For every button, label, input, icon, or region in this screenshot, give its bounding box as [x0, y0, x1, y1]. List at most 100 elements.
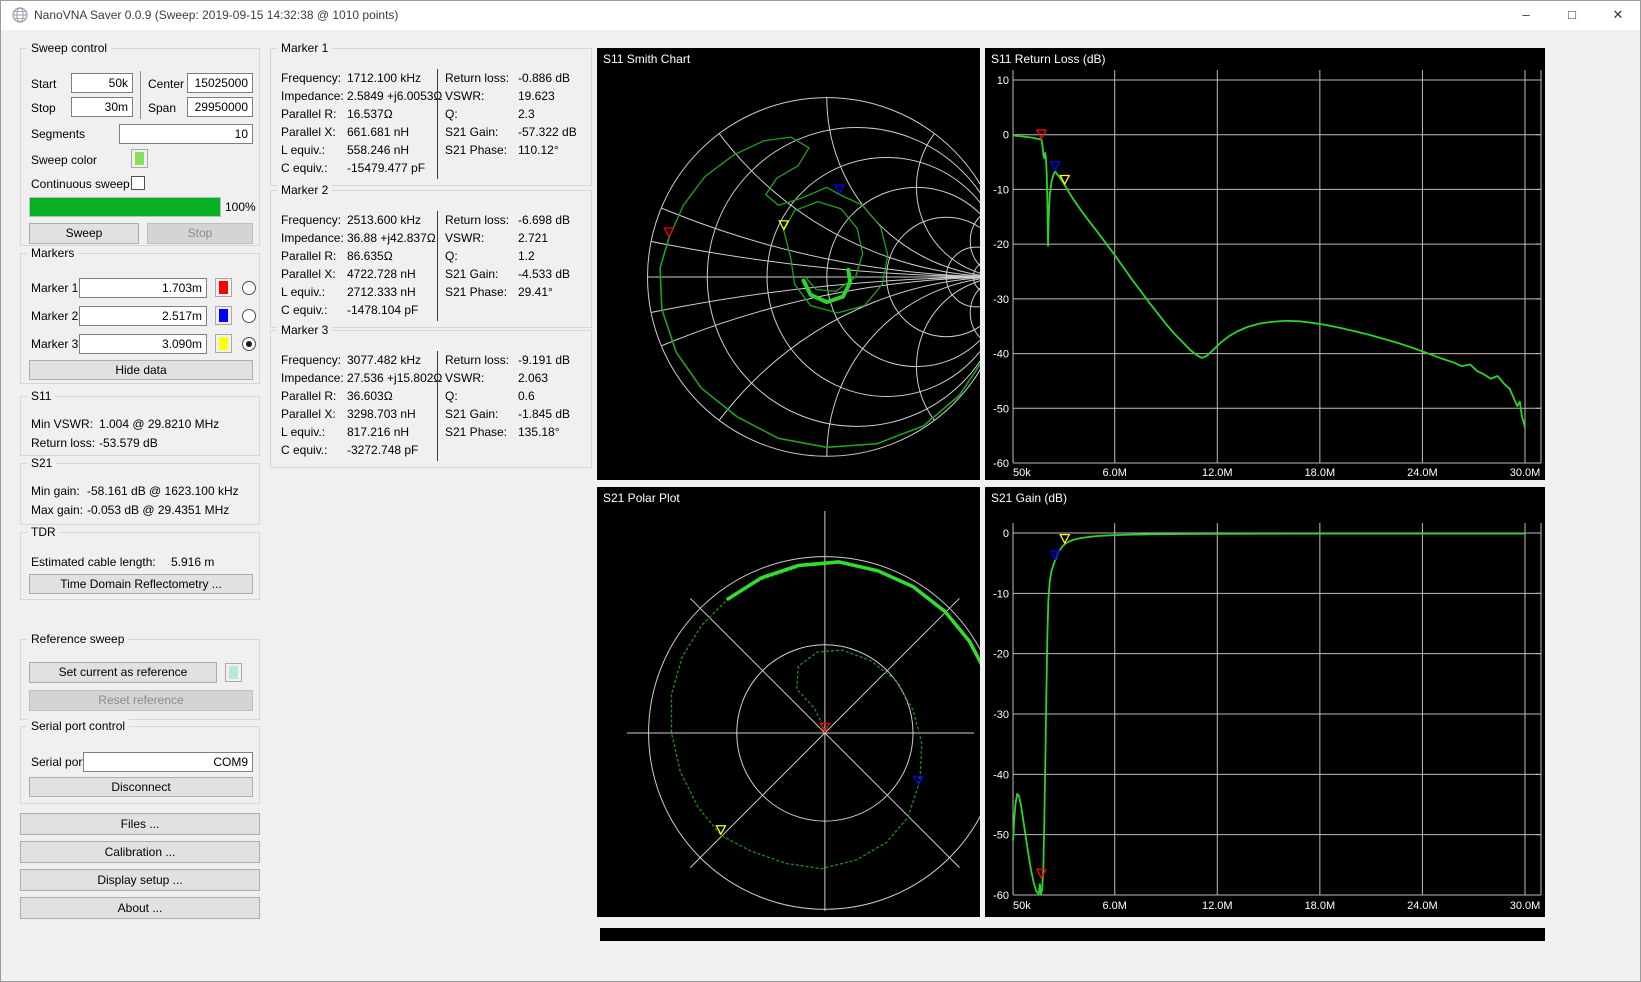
tdr-panel: TDR Estimated cable length: 5.916 m Time…	[20, 525, 260, 600]
detail-value: 27.536 +j15.802Ω	[347, 371, 443, 385]
detail-value: 0.6	[518, 389, 535, 403]
sweep-color-swatch[interactable]	[131, 149, 148, 168]
span-label: Span	[148, 101, 177, 115]
reset-reference-button[interactable]: Reset reference	[29, 690, 253, 711]
panel-title: Reference sweep	[27, 632, 129, 646]
marker-label: Marker 3	[31, 337, 79, 351]
y-tick-label: 0	[1003, 528, 1009, 540]
detail-label: Frequency:	[281, 353, 342, 367]
detail-label: S21 Phase:	[445, 425, 508, 439]
marker-frequency-input[interactable]	[79, 278, 207, 298]
y-tick-label: -60	[993, 458, 1009, 470]
display-setup-button[interactable]: Display setup ...	[20, 869, 260, 891]
y-tick-label: -40	[993, 349, 1009, 361]
about-button[interactable]: About ...	[20, 897, 260, 919]
detail-value: 110.12°	[518, 143, 559, 157]
detail-value: -1.845 dB	[518, 407, 571, 421]
sweep-color-label: Sweep color	[31, 153, 98, 167]
sweep-color-fill	[135, 152, 144, 165]
chart-marker-triangle	[1049, 161, 1061, 172]
stat-label: Return loss:	[31, 436, 96, 450]
continuous-sweep-checkbox[interactable]	[131, 176, 145, 190]
marker-frequency-input[interactable]	[79, 306, 207, 326]
x-tick-label: 18.0M	[1305, 467, 1336, 479]
start-input[interactable]	[71, 73, 133, 93]
stat-value: -0.053 dB @ 29.4351 MHz	[87, 503, 230, 517]
column-divider	[437, 211, 438, 321]
set-reference-button[interactable]: Set current as reference	[29, 662, 217, 683]
reference-color-swatch[interactable]	[225, 663, 242, 682]
marker-radio[interactable]	[242, 309, 256, 323]
detail-label: S21 Gain:	[445, 125, 499, 139]
cable-length-value: 5.916 m	[171, 555, 215, 569]
s11-smith-chart[interactable]: S11 Smith Chart	[597, 48, 980, 480]
hide-data-button[interactable]: Hide data	[29, 360, 253, 380]
stat-label: Min VSWR:	[31, 417, 94, 431]
detail-label: S21 Phase:	[445, 285, 508, 299]
app-globe-icon	[12, 7, 28, 23]
y-tick-label: -60	[993, 890, 1009, 902]
y-tick-label: -20	[993, 649, 1009, 661]
marker-frequency-input[interactable]	[79, 334, 207, 354]
s21-polar-plot-chart[interactable]: S21 Polar Plot	[597, 487, 980, 917]
serial-port-label: Serial port	[31, 755, 86, 769]
marker-detail-panel: Marker 3 Frequency: 3077.482 kHz Impedance:…	[270, 323, 592, 468]
serial-port-input[interactable]	[83, 752, 253, 772]
detail-label: L equiv.:	[281, 143, 326, 157]
chart-title: S21 Gain (dB)	[991, 491, 1067, 505]
panel-title: Marker 1	[277, 41, 333, 55]
stop-input[interactable]	[71, 97, 133, 117]
marker-radio[interactable]	[242, 281, 256, 295]
detail-label: VSWR:	[445, 371, 485, 385]
marker-color-swatch[interactable]	[215, 334, 232, 353]
start-label: Start	[31, 77, 57, 91]
detail-label: C equiv.:	[281, 303, 328, 317]
detail-label: L equiv.:	[281, 425, 326, 439]
stop-button[interactable]: Stop	[147, 223, 253, 244]
panel-title: TDR	[27, 525, 60, 539]
detail-label: Parallel X:	[281, 267, 336, 281]
detail-value: 19.623	[518, 89, 555, 103]
segments-input[interactable]	[119, 124, 253, 144]
detail-value: -9.191 dB	[518, 353, 571, 367]
center-input[interactable]	[187, 73, 253, 93]
panel-title: S11	[27, 389, 56, 403]
marker-color-swatch[interactable]	[215, 306, 232, 325]
detail-value: 16.537Ω	[347, 107, 393, 121]
center-label: Center	[148, 77, 185, 91]
y-tick-label: -10	[993, 588, 1009, 600]
panel-title: S21	[27, 456, 57, 470]
maximize-button[interactable]: □	[1549, 0, 1595, 30]
stat-value: 1.004 @ 29.8210 MHz	[99, 417, 220, 431]
marker-radio[interactable]	[242, 337, 256, 351]
detail-label: Parallel X:	[281, 407, 336, 421]
close-button[interactable]: ✕	[1595, 0, 1641, 30]
s11-return-loss-chart[interactable]: 50k 6.0M 12.0M 18.0M 24.0M 30.0M 10 0 -10 -20 -30 -…	[985, 48, 1545, 480]
detail-label: Impedance:	[281, 371, 344, 385]
x-tick-label: 30.0M	[1510, 467, 1541, 479]
s21-gain-chart[interactable]: 50k 6.0M 12.0M 18.0M 24.0M 30.0M 0 -10 -20 -30 -40…	[985, 487, 1545, 917]
chart-marker-triangle	[715, 825, 727, 836]
reference-sweep-panel: Reference sweep Set current as reference…	[20, 632, 260, 720]
s21-stats-panel: S21 Min gain: -58.161 dB @ 1623.100 kHz Ma…	[20, 456, 260, 525]
span-input[interactable]	[187, 97, 253, 117]
y-tick-label: 0	[1003, 130, 1009, 142]
files-button[interactable]: Files ...	[20, 813, 260, 835]
minimize-button[interactable]: –	[1503, 0, 1549, 30]
detail-value: -3272.748 pF	[347, 443, 419, 457]
detail-value: 2.721	[518, 231, 549, 245]
disconnect-button[interactable]: Disconnect	[29, 777, 253, 797]
sweep-button[interactable]: Sweep	[29, 223, 139, 244]
detail-value: -0.886 dB	[518, 71, 571, 85]
detail-value: 3077.482 kHz	[347, 353, 422, 367]
marker-color-swatch[interactable]	[215, 278, 232, 297]
chart-title: S21 Polar Plot	[603, 491, 680, 505]
tdr-button[interactable]: Time Domain Reflectometry ...	[29, 574, 253, 594]
stat-label: Min gain:	[31, 484, 80, 498]
calibration-button[interactable]: Calibration ...	[20, 841, 260, 863]
chart-marker-triangle	[1049, 550, 1061, 561]
marker-label: Marker 2	[31, 309, 79, 323]
y-tick-label: 10	[997, 75, 1009, 87]
s11_rl-svg: 50k 6.0M 12.0M 18.0M 24.0M 30.0M 10 0 -10 -20 -30 -…	[991, 52, 1542, 479]
detail-label: Q:	[445, 249, 458, 263]
